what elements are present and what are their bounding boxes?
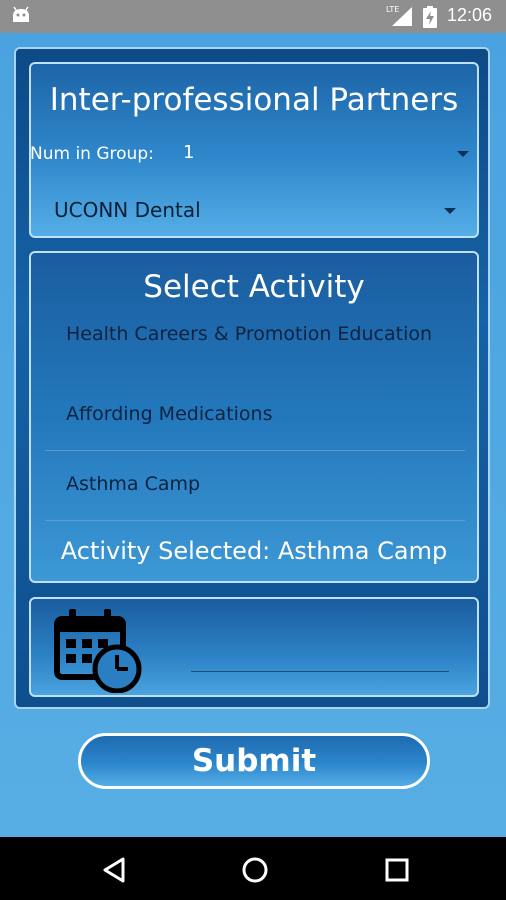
activity-list: Health Careers & Promotion Education Aff… [45, 317, 465, 521]
date-field[interactable] [191, 671, 449, 672]
form-card: Inter-professional Partners Num in Group… [14, 47, 490, 709]
partners-title: Inter-professional Partners [49, 82, 459, 118]
android-icon [13, 6, 29, 22]
partner-dropdown-arrow-icon[interactable] [444, 208, 456, 214]
activity-item[interactable]: Affording Medications [45, 381, 465, 451]
partner-dropdown[interactable]: UCONN Dental [54, 198, 201, 222]
app-content: Inter-professional Partners Num in Group… [0, 33, 506, 837]
num-in-group-label: Num in Group: [30, 144, 154, 164]
status-bar: LTE 12:06 [0, 0, 506, 33]
back-icon[interactable] [101, 856, 127, 884]
activity-panel: Select Activity Health Careers & Promoti… [29, 251, 479, 583]
activity-item[interactable]: Asthma Camp [45, 451, 465, 521]
submit-button[interactable]: Submit [78, 733, 430, 789]
activity-selected-text: Activity Selected: Asthma Camp [60, 537, 448, 565]
home-icon[interactable] [241, 856, 269, 884]
battery-charging-icon [423, 6, 437, 28]
date-panel [29, 597, 479, 697]
num-dropdown-arrow-icon[interactable] [457, 151, 469, 157]
lte-signal-icon: LTE [386, 5, 412, 26]
calendar-clock-icon[interactable] [53, 607, 143, 693]
status-time: 12:06 [447, 5, 493, 25]
partners-panel: Inter-professional Partners Num in Group… [29, 62, 479, 238]
activity-title: Select Activity [143, 269, 365, 305]
recent-apps-icon[interactable] [385, 858, 409, 882]
activity-item[interactable]: Health Careers & Promotion Education [45, 317, 465, 381]
svg-text:LTE: LTE [386, 5, 399, 14]
num-in-group-dropdown[interactable]: 1 [183, 142, 194, 163]
navigation-bar [0, 837, 506, 900]
